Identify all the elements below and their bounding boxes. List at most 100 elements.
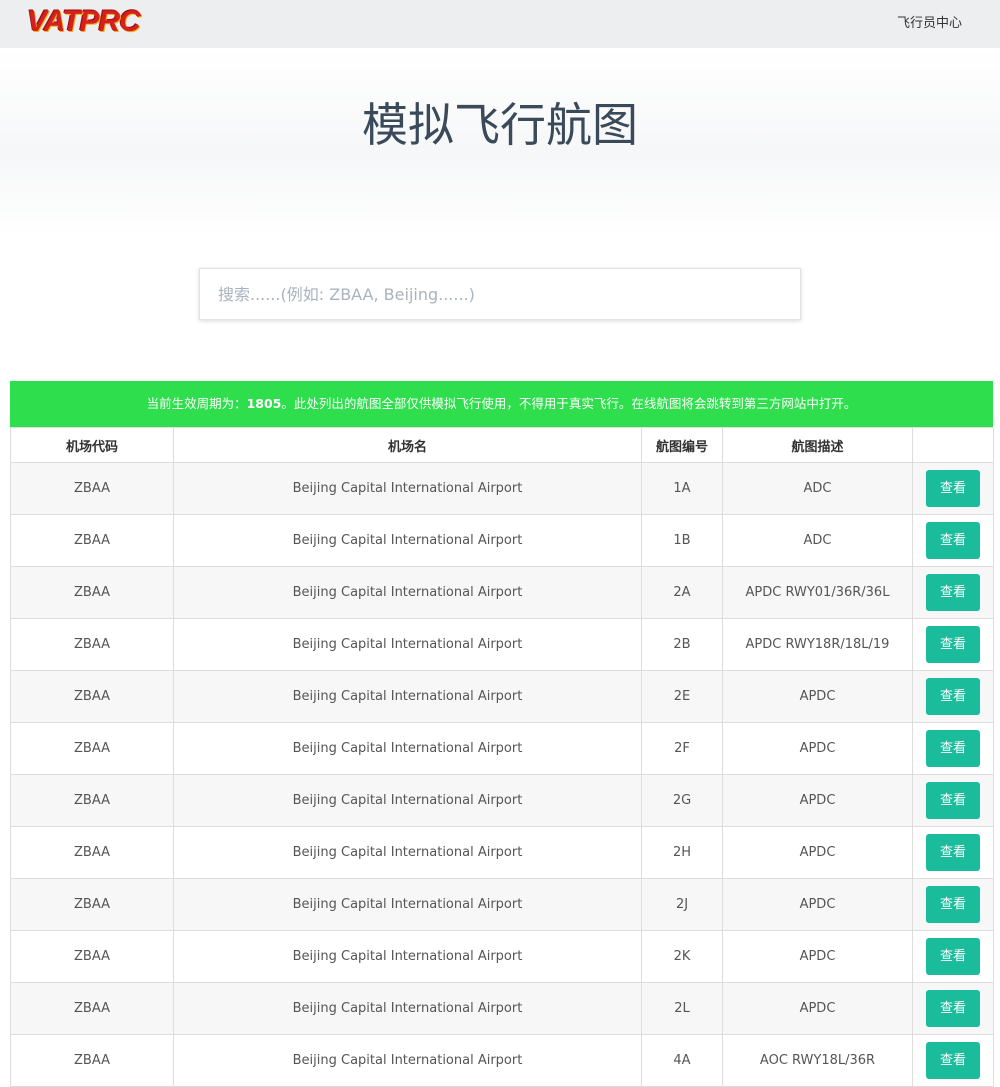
cell-chart-number: 2H (641, 826, 723, 879)
header-chart-number: 航图编号 (641, 427, 723, 463)
notice-prefix: 当前生效周期为： (146, 396, 247, 411)
view-chart-button[interactable]: 查看 (926, 886, 980, 923)
cell-chart-number: 2E (641, 670, 723, 723)
notice-suffix: 。此处列出的航图全部仅供模拟飞行使用，不得用于真实飞行。在线航图将会跳转到第三方… (281, 396, 857, 411)
table-row: ZBAA Beijing Capital International Airpor… (10, 982, 994, 1035)
cell-action: 查看 (912, 826, 994, 879)
cell-airport-name: Beijing Capital International Airport (173, 722, 642, 775)
table-row: ZBAA Beijing Capital International Airpor… (10, 566, 994, 619)
table-row: ZBAA Beijing Capital International Airpor… (10, 826, 994, 879)
cell-airport-code: ZBAA (10, 670, 174, 723)
table-row: ZBAA Beijing Capital International Airpor… (10, 878, 994, 931)
cell-airport-name: Beijing Capital International Airport (173, 982, 642, 1035)
cell-airport-code: ZBAA (10, 930, 174, 983)
cell-chart-number: 1B (641, 514, 723, 567)
cell-chart-number: 2F (641, 722, 723, 775)
cell-airport-name: Beijing Capital International Airport (173, 462, 642, 515)
view-chart-button[interactable]: 查看 (926, 574, 980, 611)
search-box (199, 268, 801, 320)
page-title: 模拟飞行航图 (362, 98, 638, 152)
cell-chart-number: 4A (641, 1034, 723, 1087)
cell-chart-number: 2K (641, 930, 723, 983)
header-airport-name: 机场名 (173, 427, 642, 463)
cell-chart-number: 2B (641, 618, 723, 671)
table-row: ZBAA Beijing Capital International Airpor… (10, 670, 994, 723)
cell-airport-name: Beijing Capital International Airport (173, 930, 642, 983)
view-chart-button[interactable]: 查看 (926, 1042, 980, 1079)
charts-table: 机场代码 机场名 航图编号 航图描述 ZBAA Beijing Capital I… (10, 427, 994, 1087)
notice-cycle: 1805 (246, 396, 282, 411)
cell-action: 查看 (912, 1034, 994, 1087)
cell-airport-code: ZBAA (10, 566, 174, 619)
cell-action: 查看 (912, 514, 994, 567)
cell-chart-number: 1A (641, 462, 723, 515)
cell-airport-code: ZBAA (10, 722, 174, 775)
cell-action: 查看 (912, 462, 994, 515)
cell-airport-name: Beijing Capital International Airport (173, 670, 642, 723)
cell-airport-code: ZBAA (10, 618, 174, 671)
table-row: ZBAA Beijing Capital International Airpor… (10, 774, 994, 827)
cell-chart-number: 2A (641, 566, 723, 619)
search-input[interactable] (200, 269, 800, 319)
cycle-notice-banner: 当前生效周期为：1805。此处列出的航图全部仅供模拟飞行使用，不得用于真实飞行。… (10, 381, 993, 427)
view-chart-button[interactable]: 查看 (926, 834, 980, 871)
cell-action: 查看 (912, 878, 994, 931)
cell-chart-description: APDC RWY18R/18L/19 (722, 618, 913, 671)
cell-chart-description: APDC (722, 878, 913, 931)
cell-chart-number: 2L (641, 982, 723, 1035)
cell-airport-code: ZBAA (10, 514, 174, 567)
pilot-center-link[interactable]: 飞行员中心 (897, 14, 962, 34)
cell-chart-description: APDC (722, 982, 913, 1035)
cell-chart-description: APDC (722, 722, 913, 775)
cell-chart-description: APDC (722, 670, 913, 723)
view-chart-button[interactable]: 查看 (926, 626, 980, 663)
cell-action: 查看 (912, 670, 994, 723)
cell-airport-code: ZBAA (10, 982, 174, 1035)
cell-action: 查看 (912, 930, 994, 983)
table-row: ZBAA Beijing Capital International Airpor… (10, 1034, 994, 1087)
table-row: ZBAA Beijing Capital International Airpor… (10, 462, 994, 515)
cell-airport-name: Beijing Capital International Airport (173, 878, 642, 931)
cell-chart-description: ADC (722, 514, 913, 567)
cell-action: 查看 (912, 618, 994, 671)
view-chart-button[interactable]: 查看 (926, 782, 980, 819)
cell-chart-description: APDC (722, 774, 913, 827)
cell-airport-name: Beijing Capital International Airport (173, 774, 642, 827)
cell-chart-description: APDC RWY01/36R/36L (722, 566, 913, 619)
view-chart-button[interactable]: 查看 (926, 730, 980, 767)
cell-chart-description: APDC (722, 930, 913, 983)
cell-chart-number: 2G (641, 774, 723, 827)
cell-airport-code: ZBAA (10, 462, 174, 515)
brand-logo[interactable]: VATPRC (27, 6, 141, 38)
table-row: ZBAA Beijing Capital International Airpor… (10, 930, 994, 983)
cell-airport-name: Beijing Capital International Airport (173, 514, 642, 567)
header-action (912, 427, 994, 463)
cell-airport-name: Beijing Capital International Airport (173, 826, 642, 879)
view-chart-button[interactable]: 查看 (926, 522, 980, 559)
cell-chart-description: AOC RWY18L/36R (722, 1034, 913, 1087)
cell-airport-name: Beijing Capital International Airport (173, 618, 642, 671)
table-header-row: 机场代码 机场名 航图编号 航图描述 (10, 427, 994, 463)
cell-airport-name: Beijing Capital International Airport (173, 1034, 642, 1087)
view-chart-button[interactable]: 查看 (926, 470, 980, 507)
cell-action: 查看 (912, 566, 994, 619)
table-row: ZBAA Beijing Capital International Airpor… (10, 514, 994, 567)
view-chart-button[interactable]: 查看 (926, 990, 980, 1027)
cell-action: 查看 (912, 774, 994, 827)
cell-action: 查看 (912, 722, 994, 775)
header-airport-code: 机场代码 (10, 427, 174, 463)
cell-action: 查看 (912, 982, 994, 1035)
cell-airport-code: ZBAA (10, 878, 174, 931)
table-body: ZBAA Beijing Capital International Airpor… (10, 462, 994, 1087)
cell-airport-name: Beijing Capital International Airport (173, 566, 642, 619)
view-chart-button[interactable]: 查看 (926, 938, 980, 975)
cell-chart-number: 2J (641, 878, 723, 931)
cell-airport-code: ZBAA (10, 826, 174, 879)
top-navbar: VATPRC 飞行员中心 (0, 0, 1000, 48)
cell-airport-code: ZBAA (10, 774, 174, 827)
view-chart-button[interactable]: 查看 (926, 678, 980, 715)
header-chart-description: 航图描述 (722, 427, 913, 463)
cell-chart-description: APDC (722, 826, 913, 879)
table-row: ZBAA Beijing Capital International Airpor… (10, 618, 994, 671)
table-row: ZBAA Beijing Capital International Airpor… (10, 722, 994, 775)
